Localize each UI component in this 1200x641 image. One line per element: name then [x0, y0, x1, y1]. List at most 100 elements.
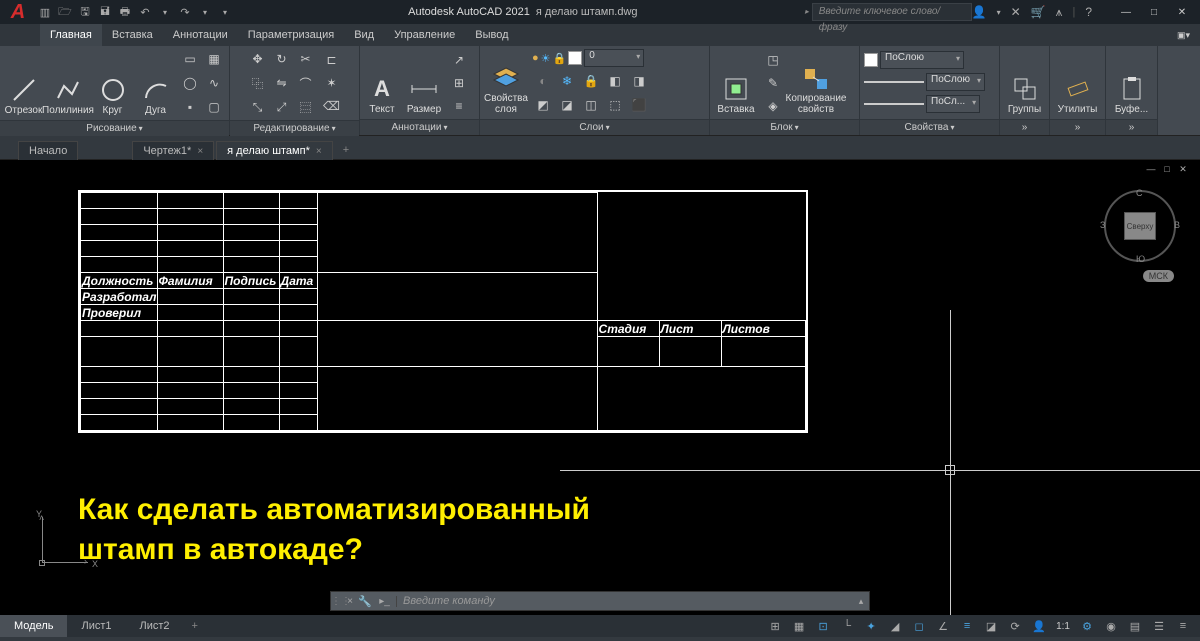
saveas-icon[interactable]: 🖬	[96, 3, 114, 21]
layer-lock-icon[interactable]: 🔒	[580, 70, 602, 92]
hatch-icon[interactable]: ▦	[203, 48, 225, 70]
point-icon[interactable]: ▪	[179, 96, 201, 118]
print-icon[interactable]: 🖶	[116, 3, 134, 21]
fillet-icon[interactable]: ⌒	[295, 72, 317, 94]
tab-collapse-icon[interactable]: ▣▾	[1167, 24, 1200, 46]
help-icon[interactable]: ?	[1085, 5, 1092, 19]
cart-icon[interactable]: 🛒	[1031, 5, 1046, 19]
array-icon[interactable]: ⿳	[295, 96, 317, 118]
mirror-icon[interactable]: ⇋	[271, 72, 293, 94]
text-tool[interactable]: A Текст	[364, 48, 400, 117]
layer-prev-icon[interactable]: ◩	[532, 94, 554, 116]
isodraft-toggle[interactable]: ◢	[884, 616, 906, 636]
grid-toggle[interactable]: ▦	[788, 616, 810, 636]
cmdline-input[interactable]: Введите команду	[397, 595, 853, 607]
maximize-button[interactable]: □	[1140, 3, 1168, 21]
share-icon[interactable]: ⩚	[1056, 5, 1063, 20]
redo-icon[interactable]: ↷	[176, 3, 194, 21]
layout-tab-sheet2[interactable]: Лист2	[126, 615, 184, 637]
layer-properties-tool[interactable]: Свойства слоя	[484, 48, 528, 117]
erase-icon[interactable]: ⌫	[321, 95, 343, 117]
panel-title-block[interactable]: Блок▾	[710, 119, 859, 135]
new-doc-tab[interactable]: +	[335, 141, 357, 159]
circle-tool[interactable]: Круг	[93, 48, 132, 118]
vp-maximize-icon[interactable]: □	[1160, 163, 1174, 175]
doc-tab-start[interactable]: Начало	[18, 141, 78, 160]
tab-manage[interactable]: Управление	[384, 24, 465, 46]
arc-tool[interactable]: Дуга	[136, 48, 175, 118]
vp-minimize-icon[interactable]: —	[1144, 163, 1158, 175]
layout-tab-sheet1[interactable]: Лист1	[67, 615, 125, 637]
lineweight-select[interactable]: ПоСлою	[926, 73, 985, 91]
cmdline-customize-icon[interactable]: 🔧	[357, 595, 373, 608]
match-properties-tool[interactable]: Копирование свойств	[788, 48, 844, 117]
viewcube-west[interactable]: З	[1100, 220, 1105, 230]
measure-tool[interactable]: Утилиты	[1055, 48, 1101, 117]
tab-annotate[interactable]: Аннотации	[163, 24, 238, 46]
viewcube-top-face[interactable]: Сверху	[1124, 212, 1156, 240]
panel-title-annotation[interactable]: Аннотации▾	[360, 119, 479, 135]
viewcube-east[interactable]: В	[1174, 220, 1180, 230]
annotation-monitor-icon[interactable]: ◉	[1100, 616, 1122, 636]
scale-icon[interactable]: ⤢	[271, 96, 293, 118]
panel-title-modify[interactable]: Редактирование▾	[230, 120, 359, 136]
tab-parametric[interactable]: Параметризация	[238, 24, 344, 46]
close-icon[interactable]: ×	[197, 146, 203, 157]
layer-delete-icon[interactable]: ⬛	[628, 94, 650, 116]
model-space-button[interactable]: ⊞	[764, 616, 786, 636]
ortho-toggle[interactable]: └	[836, 616, 858, 636]
create-block-icon[interactable]: ◳	[762, 49, 784, 71]
insert-block-tool[interactable]: Вставка	[714, 48, 758, 117]
layer-freeze-icon[interactable]: ❄	[556, 70, 578, 92]
attributes-icon[interactable]: ◈	[762, 95, 784, 117]
ellipse-icon[interactable]: ◯	[179, 72, 201, 94]
layer-iso-icon[interactable]: ◧	[604, 70, 626, 92]
lineweight-toggle[interactable]: ≡	[956, 616, 978, 636]
isolate-objects-icon[interactable]: ☰	[1148, 616, 1170, 636]
dropdown-icon[interactable]: ▾	[196, 3, 214, 21]
minimize-button[interactable]: —	[1112, 3, 1140, 21]
hardware-accel-icon[interactable]: ▤	[1124, 616, 1146, 636]
rectangle-icon[interactable]: ▭	[179, 48, 201, 70]
tab-output[interactable]: Вывод	[465, 24, 518, 46]
panel-title-layers[interactable]: Слои▾	[480, 119, 709, 135]
qat-menu-icon[interactable]: ▾	[216, 3, 234, 21]
stretch-icon[interactable]: ⤡	[247, 96, 269, 118]
dropdown-icon[interactable]: ▾	[156, 3, 174, 21]
panel-title-draw[interactable]: Рисование▾	[0, 120, 229, 136]
group-tool[interactable]: Группы	[1005, 48, 1045, 117]
leader-icon[interactable]: ↗	[448, 49, 470, 71]
layer-match-icon[interactable]: ◨	[628, 70, 650, 92]
cmdline-history-icon[interactable]: ▴	[853, 596, 869, 607]
layer-change-icon[interactable]: ⬚	[604, 94, 626, 116]
rotate-icon[interactable]: ↻	[271, 48, 293, 70]
search-icon[interactable]: ▾	[997, 8, 1001, 17]
close-icon[interactable]: ×	[316, 146, 322, 157]
panel-title-properties[interactable]: Свойства▾	[860, 119, 999, 135]
dimension-tool[interactable]: Размер	[404, 48, 444, 117]
layer-off-icon[interactable]: ◐	[532, 70, 554, 92]
tab-home[interactable]: Главная	[40, 24, 102, 46]
offset-icon[interactable]: ⊏	[321, 49, 343, 71]
new-icon[interactable]: ▥	[36, 3, 54, 21]
workspace-switch-icon[interactable]: ⚙	[1076, 616, 1098, 636]
panel-title-utilities[interactable]: »	[1050, 119, 1105, 135]
mtext-icon[interactable]: ≡	[448, 95, 470, 117]
doc-tab-drawing1[interactable]: Чертеж1*×	[132, 141, 214, 160]
layer-combo[interactable]: ● ☀ 🔒 0	[532, 48, 650, 68]
open-icon[interactable]: 🗁	[56, 3, 74, 21]
cmdline-close-icon[interactable]: ×	[343, 596, 357, 607]
doc-tab-stamp[interactable]: я делаю штамп*×	[216, 141, 333, 160]
wcs-badge[interactable]: МСК	[1143, 270, 1174, 282]
snap-toggle[interactable]: ⊡	[812, 616, 834, 636]
app-logo-icon[interactable]: A	[4, 0, 32, 24]
help-search-input[interactable]: Введите ключевое слово/фразу	[812, 3, 972, 21]
viewcube[interactable]: Сверху С Ю З В	[1104, 190, 1176, 262]
polyline-tool[interactable]: Полилиния	[47, 48, 89, 118]
undo-icon[interactable]: ↶	[136, 3, 154, 21]
transparency-toggle[interactable]: ◪	[980, 616, 1002, 636]
command-line[interactable]: ⋮⋮ × 🔧 ▸_ Введите команду ▴	[330, 591, 870, 611]
cmdline-grip-icon[interactable]: ⋮⋮	[331, 596, 343, 607]
viewcube-north[interactable]: С	[1136, 188, 1143, 198]
cycling-toggle[interactable]: ⟳	[1004, 616, 1026, 636]
